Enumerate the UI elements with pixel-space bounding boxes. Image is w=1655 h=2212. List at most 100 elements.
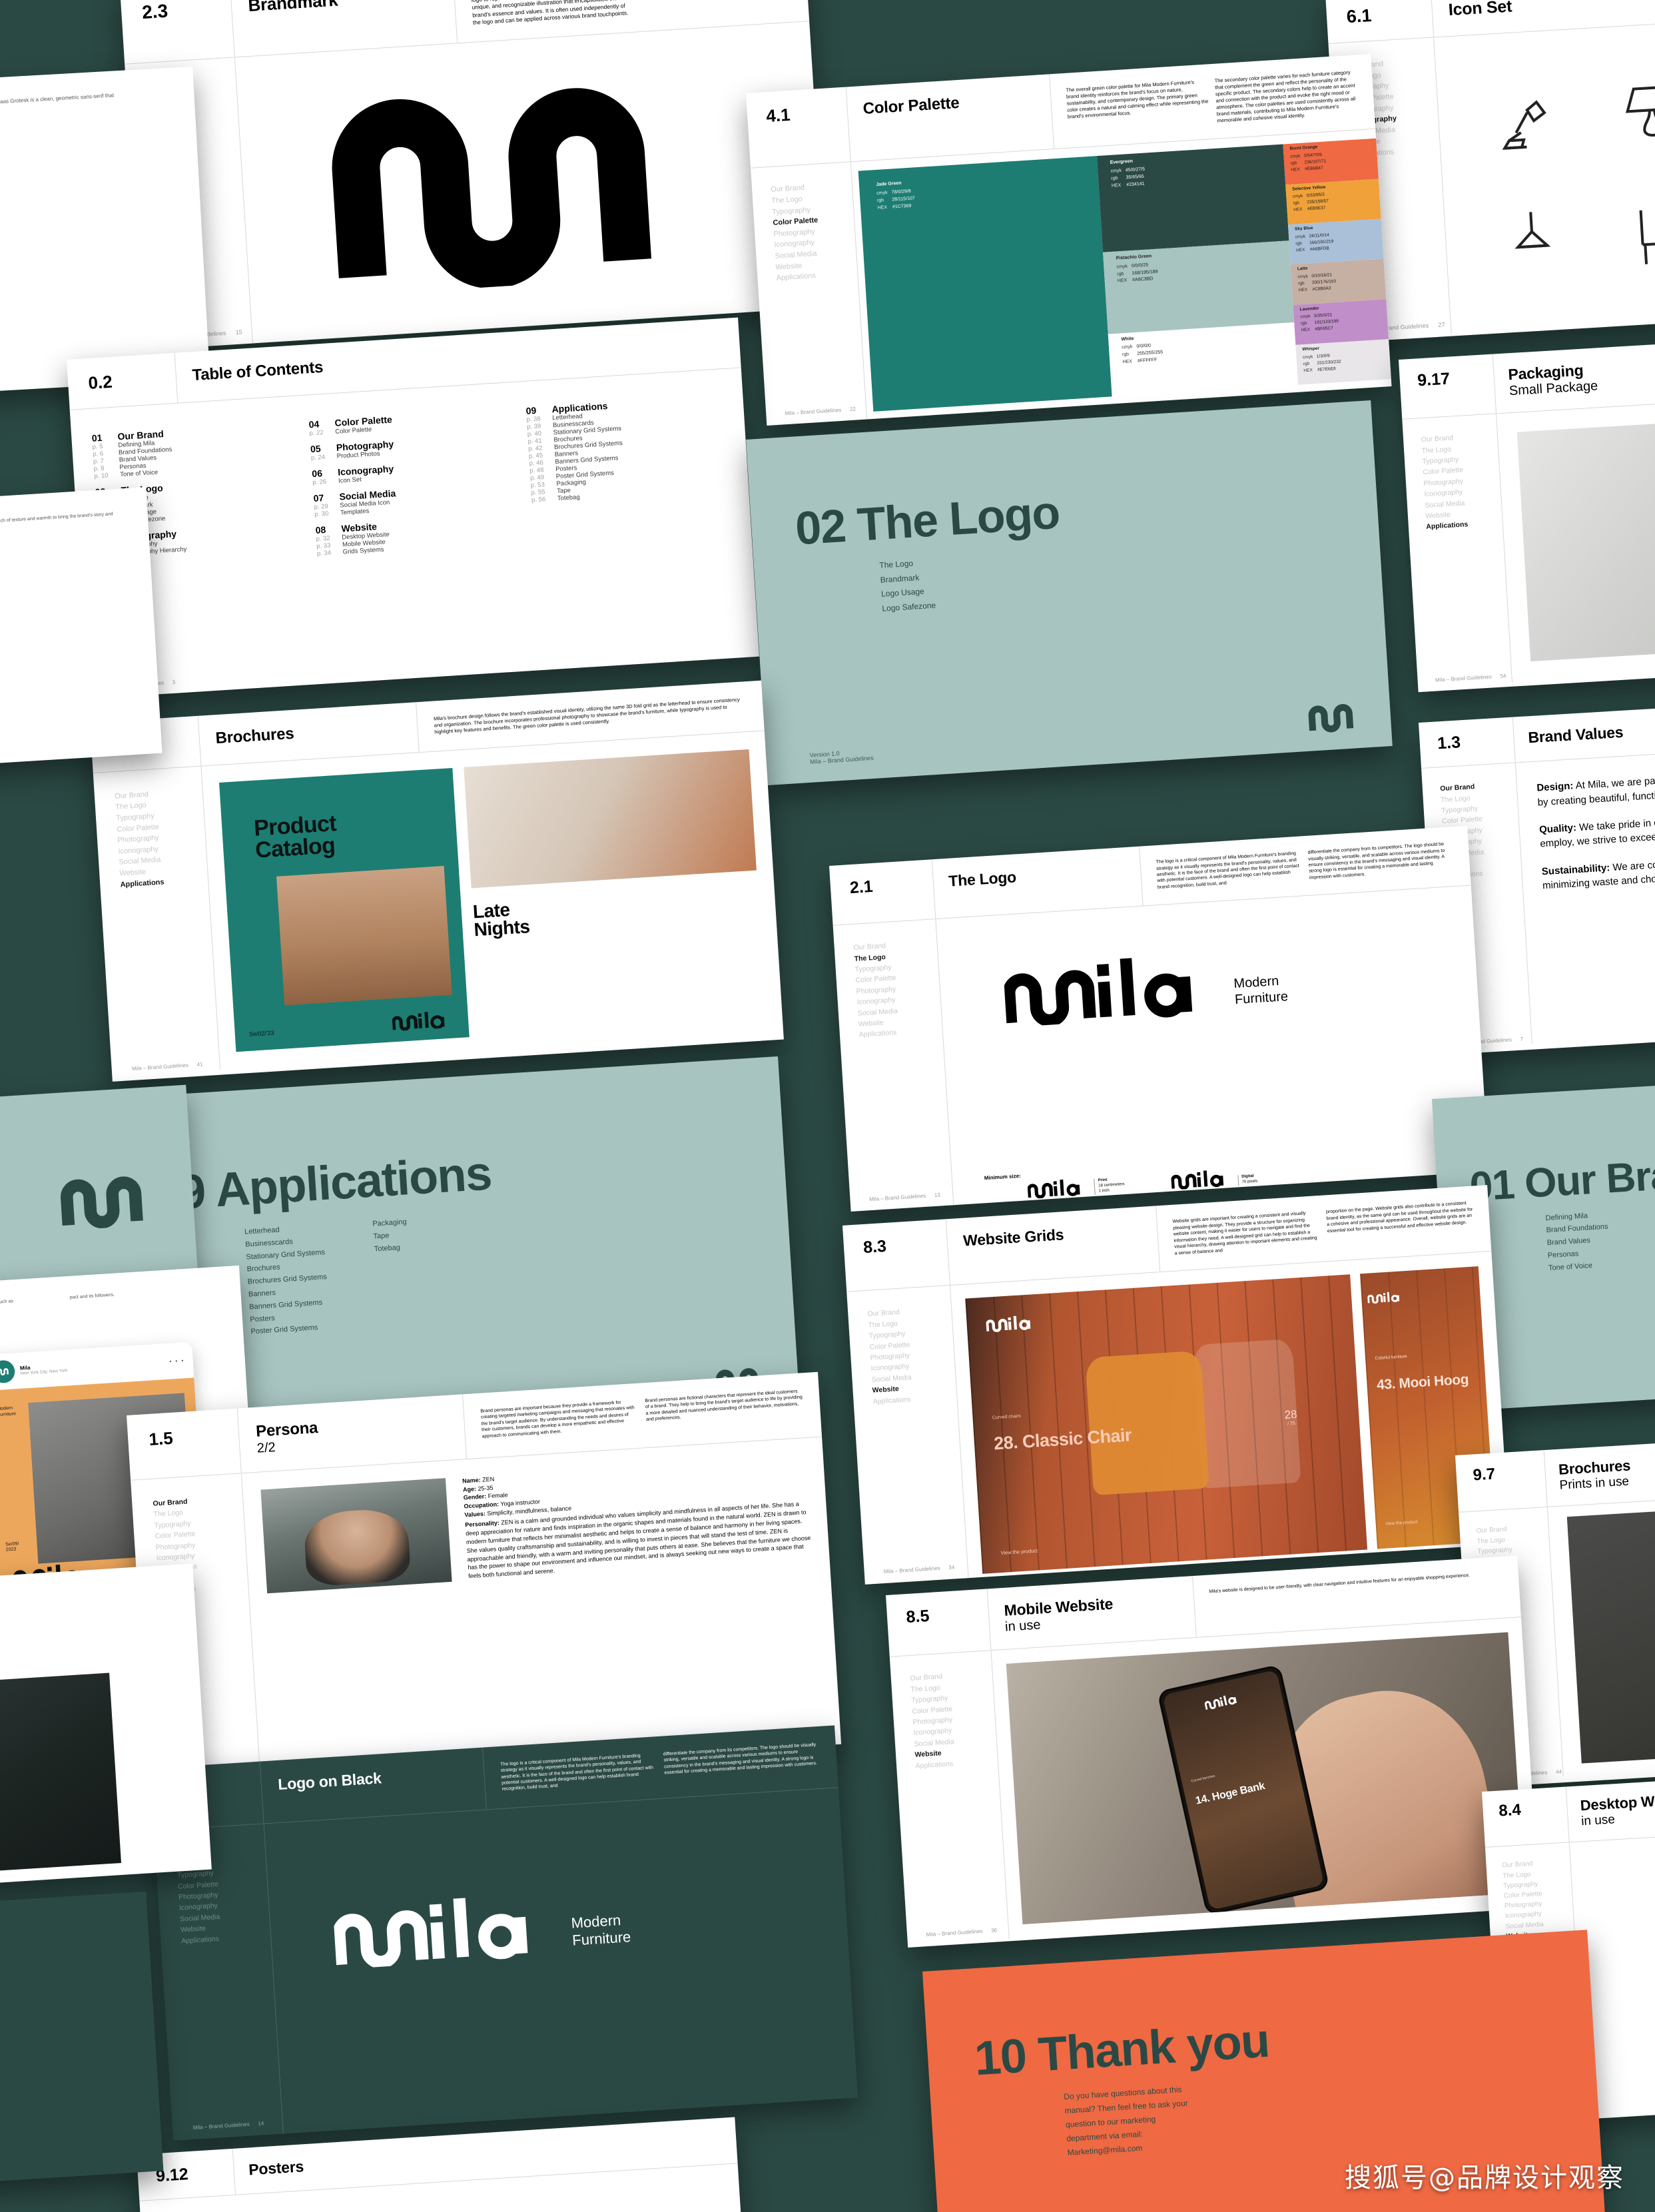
- divider-item[interactable]: Brand Foundations: [1546, 1223, 1608, 1234]
- divider-item[interactable]: The Logo: [879, 557, 933, 570]
- field-label: Name:: [462, 1476, 481, 1485]
- divider-item[interactable]: Brandmark: [880, 571, 934, 585]
- divider-item[interactable]: Logo Safezone: [882, 600, 936, 613]
- slide-title: Website Grids: [962, 1226, 1065, 1250]
- nav-item-social-media[interactable]: Social Media: [1425, 497, 1501, 510]
- divider-item[interactable]: Brand Values: [1546, 1236, 1609, 1248]
- divider-item[interactable]: Posters: [250, 1311, 330, 1323]
- slide-brochures[interactable]: 9.4 Brochures Mila's brochure design fol…: [90, 680, 784, 1082]
- nav-item-applications[interactable]: Applications: [120, 875, 208, 889]
- slide-number: 2.1: [849, 877, 874, 898]
- nav-item-the-logo[interactable]: The Logo: [1477, 1533, 1548, 1545]
- mila-wordmark-small: [1027, 1179, 1080, 1199]
- divider-item[interactable]: Letterhead: [244, 1223, 324, 1236]
- divider-item[interactable]: Tone of Voice: [1548, 1260, 1611, 1272]
- slide-logo-divider[interactable]: 02 The Logo The Logo Brandmark Logo Usag…: [746, 400, 1393, 785]
- nav-item-website[interactable]: Website: [1425, 508, 1502, 520]
- brandmark-icon: [332, 87, 651, 289]
- nav-item-photography[interactable]: Photography: [1423, 475, 1500, 488]
- toc-column-2: 04 p. 22 05 p. 24 06 p. 26 07 p. 29 p. 3…: [308, 407, 514, 557]
- divider-item[interactable]: Banners: [248, 1286, 328, 1299]
- nav-item-the-logo[interactable]: The Logo: [1502, 1868, 1571, 1879]
- slide-packaging[interactable]: 9.17 Packaging Small Package Our Brand T…: [1399, 324, 1655, 693]
- slide-the-logo[interactable]: 2.1 The Logo The logo is a critical comp…: [829, 825, 1489, 1212]
- slide-nav[interactable]: Our Brand The Logo Typography Color Pale…: [890, 1651, 1009, 1946]
- applications-column-a: Letterhead Businesscards Stationary Grid…: [244, 1223, 331, 1340]
- nav-item-color-palette[interactable]: Color Palette: [1442, 813, 1518, 826]
- divider-item[interactable]: Packaging: [372, 1218, 407, 1228]
- nav-item-our-brand[interactable]: Our Brand: [1476, 1523, 1548, 1535]
- toc-group-number: 05: [310, 443, 322, 455]
- cover-date: Se/02/'23: [248, 1029, 274, 1038]
- divider-item[interactable]: Businesscards: [245, 1236, 325, 1248]
- nav-item-applications[interactable]: Applications: [181, 1932, 270, 1946]
- nav-item-typography[interactable]: Typography: [1422, 453, 1498, 466]
- slide-brand-divider-left[interactable]: and: [0, 1891, 164, 2191]
- nav-item-the-logo[interactable]: The Logo: [1441, 791, 1517, 804]
- slide-typography[interactable]: Mila uses a single typeface across vario…: [0, 66, 210, 400]
- nav-item-iconography[interactable]: Iconography: [1424, 486, 1500, 498]
- mila-wordmark-small: [1170, 1170, 1223, 1190]
- slide-color-palette[interactable]: 4.1 Color Palette The overall green colo…: [746, 53, 1392, 426]
- nav-item-typography[interactable]: Typography: [1477, 1544, 1549, 1555]
- divider-item[interactable]: Personas: [1548, 1248, 1610, 1260]
- nav-item-color-palette[interactable]: Color Palette: [1423, 464, 1499, 477]
- nav-item-applications[interactable]: Applications: [872, 1392, 957, 1406]
- toc-group-number: 06: [311, 468, 323, 479]
- slide-photography-left[interactable]: We use warm, natural light and restraine…: [0, 487, 163, 773]
- swatch-jade-green: Jade Green cmyk 78/0/29/8 rgb 28/115/107 H…: [858, 156, 1112, 412]
- slide-nav[interactable]: Our Brand The Logo Typography Color Pale…: [846, 1286, 969, 1585]
- nav-item-our-brand[interactable]: Our Brand: [1440, 781, 1516, 793]
- divider-item[interactable]: Stationary Grid Systems: [246, 1248, 326, 1261]
- slide-number: 8.5: [905, 1606, 930, 1627]
- slide-website-grids[interactable]: 8.3 Website Grids Website grids are impo…: [842, 1185, 1510, 1585]
- divider-item[interactable]: Tape: [373, 1230, 408, 1240]
- nav-item-applications[interactable]: Applications: [858, 1026, 942, 1040]
- slide-persona[interactable]: 1.5 Persona 2/2 Brand personas are impor…: [127, 1371, 842, 1788]
- field-label: Age:: [462, 1485, 477, 1493]
- nav-item-iconography[interactable]: Iconography: [1505, 1909, 1574, 1920]
- mila-wordmark-white: [1367, 1292, 1400, 1304]
- slide-nav[interactable]: Our Brand The Logo Typography Color Pale…: [1402, 414, 1512, 688]
- logo-tagline-line-2: Furniture: [1234, 988, 1289, 1007]
- field-label: Values:: [464, 1510, 486, 1519]
- post-tag-line-2: Furniture: [0, 1411, 17, 1417]
- nav-item-the-logo[interactable]: The Logo: [1421, 442, 1498, 455]
- nav-item-our-brand[interactable]: Our Brand: [1421, 432, 1497, 444]
- divider-item[interactable]: Banners Grid Systems: [249, 1298, 329, 1311]
- slide-nav[interactable]: Our Brand The Logo Typography Color Pale…: [833, 920, 954, 1212]
- divider-item[interactable]: Logo Usage: [881, 586, 935, 599]
- slide-brandmark[interactable]: 2.3 Brandmark The brandmark, or symbol, …: [120, 0, 828, 350]
- divider-item[interactable]: Brochures: [246, 1261, 326, 1274]
- nav-item-photography[interactable]: Photography: [1504, 1898, 1573, 1910]
- swatch-hex: #234141: [1126, 181, 1145, 188]
- slide-logo-on-black[interactable]: 2.2 Logo on Black The logo is a critical…: [150, 1725, 858, 2141]
- divider-item[interactable]: Poster Grid Systems: [250, 1323, 330, 1336]
- slide-title: Brand Values: [1527, 723, 1624, 747]
- nav-item-social-media[interactable]: Social Media: [1505, 1919, 1574, 1930]
- brandmark-icon: [0, 1368, 9, 1376]
- nav-item-typography[interactable]: Typography: [1441, 802, 1518, 815]
- nav-item-applications[interactable]: Applications: [776, 269, 858, 282]
- minimum-size-label: Minimum size:: [984, 1173, 1022, 1182]
- slide-nav[interactable]: Our Brand The Logo Typography Color Pale…: [751, 163, 868, 426]
- nav-item-applications[interactable]: Applications: [1426, 519, 1502, 532]
- nav-item-typography[interactable]: Typography: [1503, 1878, 1572, 1890]
- nav-item-our-brand[interactable]: Our Brand: [1502, 1858, 1570, 1870]
- slide-table-of-contents[interactable]: 0.2 Table of Contents 01 p. 5 p. 6 p. 7 …: [67, 317, 760, 699]
- divider-item[interactable]: Totebag: [374, 1243, 408, 1253]
- nav-item-color-palette[interactable]: Color Palette: [1504, 1888, 1572, 1900]
- slide-stationery-mockup[interactable]: Mila Modern Furniture in a confident and…: [0, 1563, 212, 1892]
- mila-wordmark: [1003, 958, 1193, 1027]
- slide-nav[interactable]: Our Brand The Logo Typography Color Pale…: [93, 767, 220, 1076]
- counter-total: / 75: [1287, 1421, 1296, 1427]
- divider-item[interactable]: Brochures Grid Systems: [248, 1273, 328, 1286]
- swatch-sky-blue: Sky Blue cmyk 24/11/0/14 rgb 166/191/219 H…: [1287, 218, 1384, 265]
- divider-item[interactable]: Defining Mila: [1545, 1210, 1608, 1222]
- brandmark-icon: [61, 1176, 144, 1229]
- slide-mobile-website[interactable]: 8.5 Mobile Website in use Mila's website…: [886, 1555, 1540, 1948]
- nav-item-applications[interactable]: Applications: [915, 1756, 998, 1770]
- toc-column-3: 09 p. 38 p. 39 p. 40 p. 41 p. 42 p. 45 p…: [525, 393, 731, 544]
- intro-paragraph-1: The logo is a critical component of Mila…: [1156, 851, 1300, 890]
- more-options-icon[interactable]: • • •: [169, 1357, 184, 1364]
